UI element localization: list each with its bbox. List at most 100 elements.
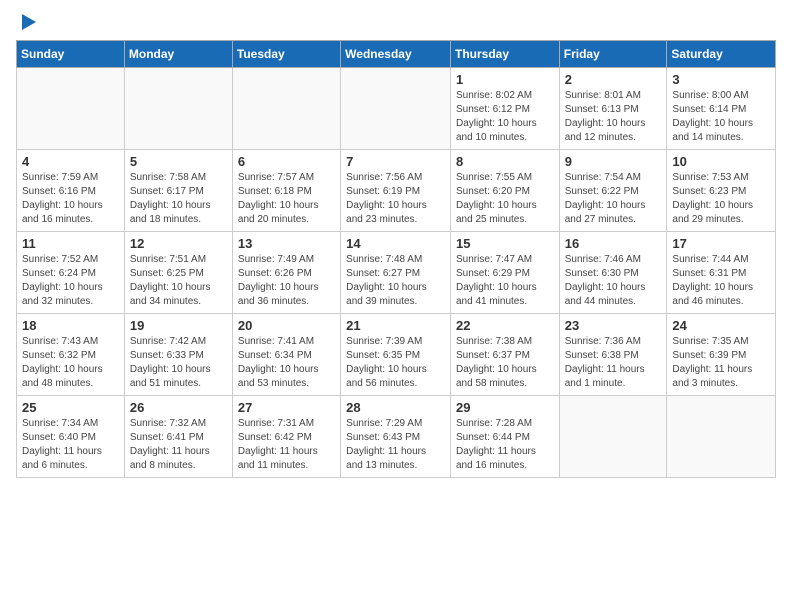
day-info: Sunrise: 7:49 AM Sunset: 6:26 PM Dayligh… bbox=[238, 253, 335, 309]
day-number: 12 bbox=[130, 236, 227, 251]
calendar-day-cell: 20 Sunrise: 7:41 AM Sunset: 6:34 PM Dayli… bbox=[232, 314, 340, 396]
day-of-week-header: Monday bbox=[124, 41, 232, 68]
calendar-header: SundayMondayTuesdayWednesdayThursdayFrid… bbox=[17, 41, 776, 68]
day-number: 26 bbox=[130, 400, 227, 415]
day-of-week-header: Wednesday bbox=[341, 41, 451, 68]
calendar-day-cell: 3 Sunrise: 8:00 AM Sunset: 6:14 PM Daylig… bbox=[667, 68, 776, 150]
calendar-day-cell: 16Sunrise: 7:46 AM Sunset: 6:30 PM Dayli… bbox=[559, 232, 667, 314]
calendar-day-cell: 17Sunrise: 7:44 AM Sunset: 6:31 PM Dayli… bbox=[667, 232, 776, 314]
day-info: Sunrise: 7:32 AM Sunset: 6:41 PM Dayligh… bbox=[130, 417, 227, 473]
calendar-day-cell bbox=[17, 68, 125, 150]
logo-arrow-icon bbox=[22, 14, 36, 30]
calendar-day-cell bbox=[341, 68, 451, 150]
day-number: 19 bbox=[130, 318, 227, 333]
day-number: 1 bbox=[456, 72, 554, 87]
day-info: Sunrise: 7:57 AM Sunset: 6:18 PM Dayligh… bbox=[238, 171, 335, 227]
day-info: Sunrise: 7:51 AM Sunset: 6:25 PM Dayligh… bbox=[130, 253, 227, 309]
calendar-day-cell: 18 Sunrise: 7:43 AM Sunset: 6:32 PM Dayli… bbox=[17, 314, 125, 396]
day-number: 25 bbox=[22, 400, 119, 415]
calendar-day-cell: 8Sunrise: 7:55 AM Sunset: 6:20 PM Daylig… bbox=[450, 150, 559, 232]
calendar-day-cell: 23 Sunrise: 7:36 AM Sunset: 6:38 PM Dayli… bbox=[559, 314, 667, 396]
day-info: Sunrise: 7:53 AM Sunset: 6:23 PM Dayligh… bbox=[672, 171, 770, 227]
calendar-day-cell: 28 Sunrise: 7:29 AM Sunset: 6:43 PM Dayli… bbox=[341, 396, 451, 478]
day-of-week-header: Sunday bbox=[17, 41, 125, 68]
day-number: 28 bbox=[346, 400, 445, 415]
day-info: Sunrise: 7:56 AM Sunset: 6:19 PM Dayligh… bbox=[346, 171, 445, 227]
day-info: Sunrise: 7:34 AM Sunset: 6:40 PM Dayligh… bbox=[22, 417, 119, 473]
day-of-week-header: Friday bbox=[559, 41, 667, 68]
calendar-table: SundayMondayTuesdayWednesdayThursdayFrid… bbox=[16, 40, 776, 478]
calendar-day-cell: 11 Sunrise: 7:52 AM Sunset: 6:24 PM Dayli… bbox=[17, 232, 125, 314]
calendar-day-cell: 24 Sunrise: 7:35 AM Sunset: 6:39 PM Dayli… bbox=[667, 314, 776, 396]
day-info: Sunrise: 7:42 AM Sunset: 6:33 PM Dayligh… bbox=[130, 335, 227, 391]
calendar-day-cell bbox=[232, 68, 340, 150]
day-number: 10 bbox=[672, 154, 770, 169]
day-number: 11 bbox=[22, 236, 119, 251]
day-info: Sunrise: 7:43 AM Sunset: 6:32 PM Dayligh… bbox=[22, 335, 119, 391]
calendar-day-cell: 12 Sunrise: 7:51 AM Sunset: 6:25 PM Dayli… bbox=[124, 232, 232, 314]
day-number: 8 bbox=[456, 154, 554, 169]
calendar-day-cell: 19 Sunrise: 7:42 AM Sunset: 6:33 PM Dayli… bbox=[124, 314, 232, 396]
calendar-day-cell: 26 Sunrise: 7:32 AM Sunset: 6:41 PM Dayli… bbox=[124, 396, 232, 478]
day-number: 27 bbox=[238, 400, 335, 415]
day-info: Sunrise: 8:02 AM Sunset: 6:12 PM Dayligh… bbox=[456, 89, 554, 145]
day-info: Sunrise: 7:35 AM Sunset: 6:39 PM Dayligh… bbox=[672, 335, 770, 391]
page-header bbox=[16, 16, 776, 30]
day-info: Sunrise: 7:41 AM Sunset: 6:34 PM Dayligh… bbox=[238, 335, 335, 391]
calendar-day-cell: 2 Sunrise: 8:01 AM Sunset: 6:13 PM Daylig… bbox=[559, 68, 667, 150]
day-info: Sunrise: 8:01 AM Sunset: 6:13 PM Dayligh… bbox=[565, 89, 662, 145]
day-info: Sunrise: 7:44 AM Sunset: 6:31 PM Dayligh… bbox=[672, 253, 770, 309]
day-info: Sunrise: 7:59 AM Sunset: 6:16 PM Dayligh… bbox=[22, 171, 119, 227]
day-number: 9 bbox=[565, 154, 662, 169]
calendar-day-cell: 7 Sunrise: 7:56 AM Sunset: 6:19 PM Daylig… bbox=[341, 150, 451, 232]
day-info: Sunrise: 7:48 AM Sunset: 6:27 PM Dayligh… bbox=[346, 253, 445, 309]
calendar-day-cell: 14 Sunrise: 7:48 AM Sunset: 6:27 PM Dayli… bbox=[341, 232, 451, 314]
day-number: 13 bbox=[238, 236, 335, 251]
calendar-day-cell: 29 Sunrise: 7:28 AM Sunset: 6:44 PM Dayli… bbox=[450, 396, 559, 478]
calendar-day-cell bbox=[667, 396, 776, 478]
day-number: 29 bbox=[456, 400, 554, 415]
day-info: Sunrise: 7:54 AM Sunset: 6:22 PM Dayligh… bbox=[565, 171, 662, 227]
day-info: Sunrise: 7:39 AM Sunset: 6:35 PM Dayligh… bbox=[346, 335, 445, 391]
calendar-day-cell: 21Sunrise: 7:39 AM Sunset: 6:35 PM Dayli… bbox=[341, 314, 451, 396]
calendar-week-row: 11 Sunrise: 7:52 AM Sunset: 6:24 PM Dayli… bbox=[17, 232, 776, 314]
day-number: 22 bbox=[456, 318, 554, 333]
day-of-week-header: Saturday bbox=[667, 41, 776, 68]
day-number: 7 bbox=[346, 154, 445, 169]
day-info: Sunrise: 8:00 AM Sunset: 6:14 PM Dayligh… bbox=[672, 89, 770, 145]
day-number: 24 bbox=[672, 318, 770, 333]
calendar-week-row: 18 Sunrise: 7:43 AM Sunset: 6:32 PM Dayli… bbox=[17, 314, 776, 396]
day-info: Sunrise: 7:47 AM Sunset: 6:29 PM Dayligh… bbox=[456, 253, 554, 309]
day-number: 20 bbox=[238, 318, 335, 333]
calendar-week-row: 1 Sunrise: 8:02 AM Sunset: 6:12 PM Daylig… bbox=[17, 68, 776, 150]
day-info: Sunrise: 7:46 AM Sunset: 6:30 PM Dayligh… bbox=[565, 253, 662, 309]
calendar-day-cell: 6Sunrise: 7:57 AM Sunset: 6:18 PM Daylig… bbox=[232, 150, 340, 232]
day-number: 14 bbox=[346, 236, 445, 251]
day-info: Sunrise: 7:38 AM Sunset: 6:37 PM Dayligh… bbox=[456, 335, 554, 391]
day-number: 18 bbox=[22, 318, 119, 333]
day-info: Sunrise: 7:52 AM Sunset: 6:24 PM Dayligh… bbox=[22, 253, 119, 309]
day-info: Sunrise: 7:58 AM Sunset: 6:17 PM Dayligh… bbox=[130, 171, 227, 227]
calendar-day-cell: 4 Sunrise: 7:59 AM Sunset: 6:16 PM Daylig… bbox=[17, 150, 125, 232]
day-number: 3 bbox=[672, 72, 770, 87]
calendar-day-cell: 9 Sunrise: 7:54 AM Sunset: 6:22 PM Daylig… bbox=[559, 150, 667, 232]
calendar-day-cell bbox=[124, 68, 232, 150]
calendar-body: 1 Sunrise: 8:02 AM Sunset: 6:12 PM Daylig… bbox=[17, 68, 776, 478]
day-of-week-header: Tuesday bbox=[232, 41, 340, 68]
day-number: 23 bbox=[565, 318, 662, 333]
calendar-day-cell bbox=[559, 396, 667, 478]
day-info: Sunrise: 7:29 AM Sunset: 6:43 PM Dayligh… bbox=[346, 417, 445, 473]
calendar-day-cell: 13 Sunrise: 7:49 AM Sunset: 6:26 PM Dayli… bbox=[232, 232, 340, 314]
header-row: SundayMondayTuesdayWednesdayThursdayFrid… bbox=[17, 41, 776, 68]
calendar-day-cell: 15 Sunrise: 7:47 AM Sunset: 6:29 PM Dayli… bbox=[450, 232, 559, 314]
day-number: 5 bbox=[130, 154, 227, 169]
day-info: Sunrise: 7:28 AM Sunset: 6:44 PM Dayligh… bbox=[456, 417, 554, 473]
calendar-day-cell: 27Sunrise: 7:31 AM Sunset: 6:42 PM Dayli… bbox=[232, 396, 340, 478]
day-of-week-header: Thursday bbox=[450, 41, 559, 68]
calendar-day-cell: 5 Sunrise: 7:58 AM Sunset: 6:17 PM Daylig… bbox=[124, 150, 232, 232]
day-number: 2 bbox=[565, 72, 662, 87]
day-number: 15 bbox=[456, 236, 554, 251]
calendar-day-cell: 25 Sunrise: 7:34 AM Sunset: 6:40 PM Dayli… bbox=[17, 396, 125, 478]
day-number: 4 bbox=[22, 154, 119, 169]
day-info: Sunrise: 7:36 AM Sunset: 6:38 PM Dayligh… bbox=[565, 335, 662, 391]
